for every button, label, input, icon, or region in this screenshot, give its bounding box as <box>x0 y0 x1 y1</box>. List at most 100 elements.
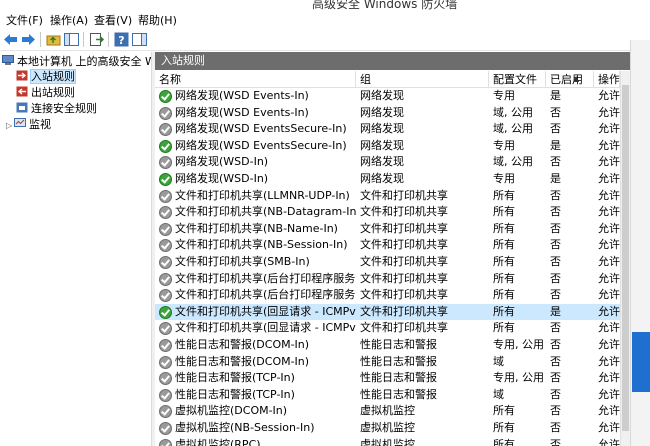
help-icon[interactable]: ? <box>113 31 130 48</box>
check-circle-icon <box>159 206 172 220</box>
outbound-rules-icon <box>16 86 28 97</box>
rule-enabled: 否 <box>550 321 561 335</box>
check-circle-icon <box>159 289 172 303</box>
rule-enabled: 否 <box>550 205 561 219</box>
check-circle-icon <box>159 438 172 446</box>
table-row[interactable]: 虚拟机监控(NB-Session-In) 虚拟机监控 所有 否 允许 <box>155 420 620 437</box>
table-row[interactable]: 性能日志和警报(DCOM-In) 性能日志和警报 专用, 公用否 允许 <box>155 337 620 354</box>
show-hide-tree-icon[interactable] <box>63 31 80 48</box>
table-row[interactable]: 文件和打印机共享(后台打印程序服务 - R... 文件和打印机共享 所有 否 允许 <box>155 287 620 304</box>
rule-action: 允许 <box>598 288 620 302</box>
vertical-scrollbar[interactable] <box>620 71 630 446</box>
rule-action: 允许 <box>598 188 620 202</box>
menu-bar: 文件(F) 操作(A) 查看(V) 帮助(H) <box>0 10 650 29</box>
back-arrow-icon[interactable] <box>2 31 19 48</box>
tree-item-connection-security-rules[interactable]: 连接安全规则 <box>16 101 97 117</box>
rule-profile: 所有 <box>493 437 515 446</box>
column-action[interactable]: 操作 <box>594 71 620 88</box>
column-enabled[interactable]: 已启用 <box>546 71 594 88</box>
tree-item-outbound-rules[interactable]: 出站规则 <box>16 85 75 101</box>
menu-help[interactable]: 帮助(H) <box>138 12 177 28</box>
table-row[interactable]: 文件和打印机共享(SMB-In) 文件和打印机共享 所有 否 允许 <box>155 254 620 271</box>
tree-item-monitoring[interactable]: ▷ 监视 <box>6 117 51 133</box>
rule-action: 允许 <box>598 387 620 401</box>
actions-pane-edge <box>630 40 650 446</box>
table-row[interactable]: 网络发现(WSD Events-In) 网络发现 专用 是 允许 <box>155 88 620 105</box>
table-row[interactable]: 性能日志和警报(TCP-In) 性能日志和警报 域 否 允许 <box>155 387 620 404</box>
rule-action: 允许 <box>598 421 620 434</box>
check-circle-icon <box>159 106 172 120</box>
rule-name: 网络发现(WSD Events-In) <box>175 89 309 102</box>
table-row[interactable]: 文件和打印机共享(回显请求 - ICMPv6-In) 文件和打印机共享 所有 否 允许 <box>155 320 620 337</box>
table-row[interactable]: 性能日志和警报(DCOM-In) 性能日志和警报 域 否 允许 <box>155 354 620 371</box>
table-row[interactable]: 虚拟机监控(RPC) 虚拟机监控 所有 否 允许 <box>155 437 620 446</box>
table-row[interactable]: 文件和打印机共享(NB-Session-In) 文件和打印机共享 所有 否 允许 <box>155 237 620 254</box>
table-row[interactable]: 网络发现(WSD EventsSecure-In) 网络发现 域, 公用 否 允许 <box>155 121 620 138</box>
export-list-icon[interactable] <box>88 31 105 48</box>
rule-name: 文件和打印机共享(NB-Datagram-In) <box>175 205 356 219</box>
table-row[interactable]: 文件和打印机共享(后台打印程序服务 - R... 文件和打印机共享 所有 否 允许 <box>155 271 620 288</box>
rule-enabled: 否 <box>550 255 561 268</box>
tree-root[interactable]: 本地计算机 上的高级安全 Windows 防火墙 <box>2 54 151 70</box>
check-circle-icon <box>159 339 172 352</box>
menu-action[interactable]: 操作(A) <box>50 12 88 28</box>
scrollbar-thumb[interactable] <box>622 85 629 431</box>
folder-up-icon[interactable] <box>45 31 62 48</box>
rule-group: 性能日志和警报 <box>360 338 437 351</box>
check-circle-icon <box>159 322 172 336</box>
table-row[interactable]: 网络发现(WSD EventsSecure-In) 网络发现 专用 是 允许 <box>155 138 620 155</box>
check-circle-icon <box>159 256 172 269</box>
rule-name: 虚拟机监控(DCOM-In) <box>175 404 288 418</box>
column-header-row: 名称 组 配置文件 已启用 操作 <box>155 71 620 88</box>
rule-profile: 所有 <box>493 221 515 235</box>
check-circle-icon <box>159 139 172 153</box>
rule-profile: 所有 <box>493 421 515 434</box>
rule-action: 允许 <box>598 172 620 185</box>
tree-item-inbound-rules[interactable]: 入站规则 <box>16 69 76 85</box>
table-row[interactable]: 文件和打印机共享(NB-Name-In) 文件和打印机共享 所有 否 允许 <box>155 221 620 238</box>
table-row[interactable]: 性能日志和警报(TCP-In) 性能日志和警报 专用, 公用否 允许 <box>155 370 620 387</box>
table-row[interactable]: 网络发现(WSD-In) 网络发现 专用 是 允许 <box>155 171 620 188</box>
check-circle-icon <box>159 405 172 419</box>
rule-group: 文件和打印机共享 <box>360 255 448 268</box>
check-circle-icon <box>159 189 172 203</box>
table-row[interactable]: 文件和打印机共享(NB-Datagram-In) 文件和打印机共享 所有 否 允许 <box>155 204 620 221</box>
rule-group: 虚拟机监控 <box>360 421 415 434</box>
table-row[interactable]: 文件和打印机共享(LLMNR-UDP-In) 文件和打印机共享 所有 否 允许 <box>155 188 620 205</box>
inbound-rules-icon <box>16 70 28 81</box>
column-profile[interactable]: 配置文件 <box>489 71 546 88</box>
forward-arrow-icon[interactable] <box>20 31 37 48</box>
column-group[interactable]: 组 <box>356 71 489 88</box>
rule-name: 性能日志和警报(TCP-In) <box>175 387 295 401</box>
rules-list: 网络发现(WSD Events-In) 网络发现 专用是允许 网络发现(WSD Eve… <box>155 88 620 446</box>
menu-file[interactable]: 文件(F) <box>6 12 43 28</box>
table-row[interactable]: 网络发现(WSD-In) 网络发现 域, 公用 否 允许 <box>155 154 620 171</box>
rule-name: 文件和打印机共享(后台打印程序服务 - R... <box>175 271 356 285</box>
rule-name: 文件和打印机共享(回显请求 - ICMPv4-In) <box>175 304 356 318</box>
rule-enabled: 是 <box>550 172 561 185</box>
rule-enabled: 是 <box>550 89 561 102</box>
sort-ascending-icon: ▲ <box>573 74 580 83</box>
menu-view[interactable]: 查看(V) <box>94 12 132 28</box>
rule-profile: 域 <box>493 387 504 401</box>
show-action-pane-icon[interactable] <box>131 31 148 48</box>
table-row[interactable]: 文件和打印机共享(回显请求 - ICMPv4-In) 文件和打印机共享 所有 是 允许 <box>155 303 620 321</box>
rule-profile: 所有 <box>493 288 515 302</box>
rule-profile: 域 <box>493 354 504 368</box>
rule-group: 网络发现 <box>360 138 404 152</box>
monitor-icon <box>14 118 26 127</box>
expand-arrow-icon[interactable]: ▷ <box>6 118 14 134</box>
table-row[interactable]: 虚拟机监控(DCOM-In) 虚拟机监控 所有 否 允许 <box>155 403 620 420</box>
rule-enabled: 是 <box>550 304 561 318</box>
rule-group: 文件和打印机共享 <box>360 205 448 219</box>
rule-group: 网络发现 <box>360 89 404 102</box>
rule-group: 文件和打印机共享 <box>360 188 448 202</box>
rule-name: 性能日志和警报(DCOM-In) <box>175 338 310 351</box>
column-name[interactable]: 名称 <box>155 71 356 88</box>
rule-group: 虚拟机监控 <box>360 437 415 446</box>
rule-profile: 所有 <box>493 304 515 318</box>
table-row[interactable]: 网络发现(WSD Events-In) 网络发现 域, 公用 否 允许 <box>155 105 620 122</box>
rule-name: 网络发现(WSD EventsSecure-In) <box>175 122 347 136</box>
rule-profile: 所有 <box>493 188 515 202</box>
rule-enabled: 否 <box>550 221 561 235</box>
